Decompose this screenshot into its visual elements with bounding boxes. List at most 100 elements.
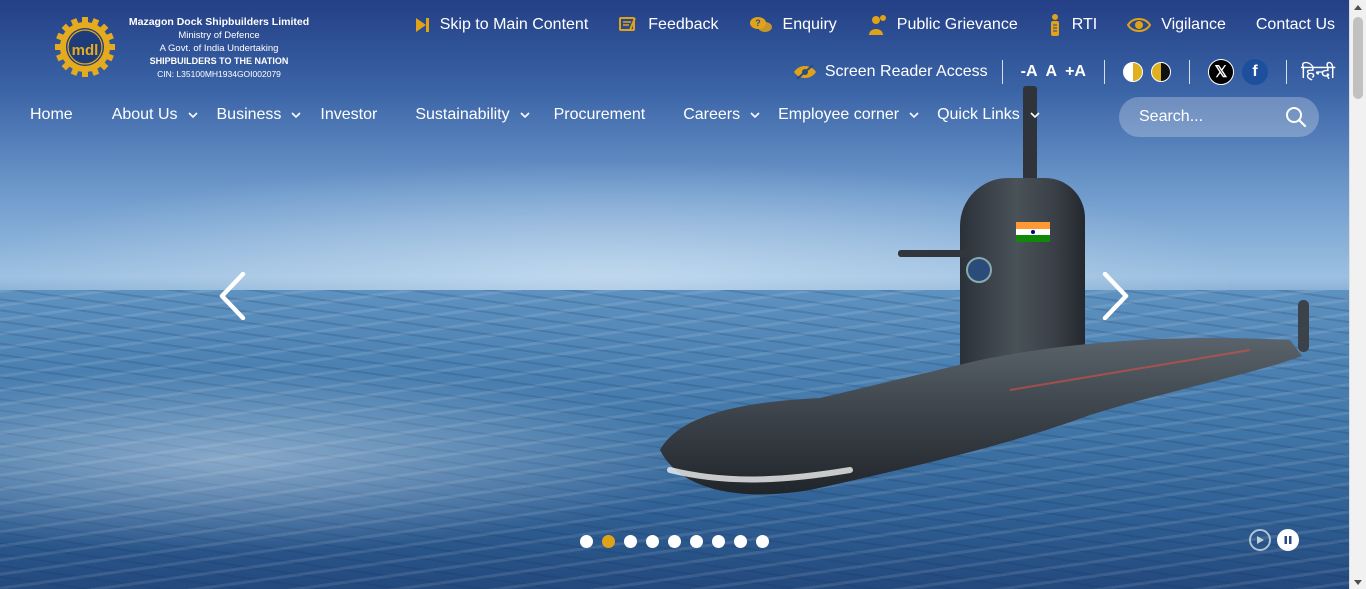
undertaking-text: A Govt. of India Undertaking bbox=[159, 43, 279, 54]
chevron-down-icon bbox=[1030, 112, 1040, 119]
enquiry-icon: ? bbox=[749, 17, 772, 32]
nav-item-quick-links[interactable]: Quick Links bbox=[937, 106, 1040, 124]
skip-to-main-link[interactable]: Skip to Main Content bbox=[414, 16, 589, 34]
hero-banner bbox=[0, 0, 1349, 589]
submarine-mast bbox=[1023, 86, 1037, 186]
nav-employee-corner-label: Employee corner bbox=[778, 106, 900, 123]
grievance-icon bbox=[868, 15, 886, 35]
screen-reader-label: Screen Reader Access bbox=[824, 63, 988, 80]
carousel-next-arrow-icon[interactable] bbox=[1100, 272, 1130, 320]
normal-contrast-button[interactable] bbox=[1122, 62, 1143, 82]
carousel-dot[interactable] bbox=[734, 535, 747, 548]
tagline-text: SHIPBUILDERS TO THE NATION bbox=[149, 56, 289, 66]
font-decrease-button[interactable]: -A bbox=[1021, 63, 1038, 81]
chevron-down-icon bbox=[909, 112, 919, 119]
divider bbox=[1188, 60, 1190, 84]
nav-item-careers[interactable]: Careers bbox=[683, 106, 760, 124]
carousel-play-controls bbox=[1249, 529, 1305, 551]
nav-about-us-label: About Us bbox=[111, 106, 178, 123]
skip-icon bbox=[415, 18, 429, 32]
submarine-crest-icon bbox=[966, 257, 992, 283]
language-hindi-link[interactable]: हिन्दी bbox=[1301, 60, 1335, 84]
feedback-icon bbox=[619, 17, 637, 31]
contact-us-link[interactable]: Contact Us bbox=[1256, 16, 1335, 34]
nav-sustainability-label: Sustainability bbox=[415, 106, 510, 123]
accessibility-toolbar: Screen Reader Access -A A +A 𝕏 f हिन्दी bbox=[793, 58, 1335, 86]
skip-to-main-label: Skip to Main Content bbox=[439, 16, 589, 33]
page-scrollbar[interactable] bbox=[1349, 0, 1366, 589]
rti-link[interactable]: RTI bbox=[1048, 13, 1097, 37]
nav-item-investor[interactable]: Investor bbox=[320, 106, 377, 124]
screen-reader-access-link[interactable]: Screen Reader Access bbox=[793, 63, 988, 81]
nav-home-label: Home bbox=[30, 106, 73, 123]
play-icon bbox=[1257, 536, 1264, 544]
enquiry-label: Enquiry bbox=[782, 16, 837, 33]
cin-text: CIN: L35100MH1934GOI002079 bbox=[157, 69, 281, 79]
top-utility-links: Skip to Main Content Feedback ? Enquiry … bbox=[384, 12, 1335, 38]
pause-button[interactable] bbox=[1277, 529, 1299, 551]
scrollbar-thumb[interactable] bbox=[1353, 17, 1363, 99]
feedback-label: Feedback bbox=[648, 16, 719, 33]
carousel-dot[interactable] bbox=[646, 535, 659, 548]
nav-item-sustainability[interactable]: Sustainability bbox=[415, 106, 530, 124]
divider bbox=[1103, 60, 1105, 84]
main-navigation: Home About Us Business Investor Sustaina… bbox=[30, 103, 1040, 127]
company-name: Mazagon Dock Shipbuilders Limited bbox=[128, 16, 310, 28]
nav-item-home[interactable]: Home bbox=[30, 106, 73, 124]
nav-item-about-us[interactable]: About Us bbox=[112, 106, 198, 124]
chevron-down-icon bbox=[750, 112, 760, 119]
site-logo[interactable]: mdl Mazagon Dock Shipbuilders Limited Mi… bbox=[54, 16, 309, 79]
facebook-label: f bbox=[1252, 63, 1258, 80]
public-grievance-link[interactable]: Public Grievance bbox=[867, 14, 1018, 36]
rti-label: RTI bbox=[1071, 16, 1098, 33]
nav-item-employee-corner[interactable]: Employee corner bbox=[778, 106, 919, 124]
ministry-text: Ministry of Defence bbox=[178, 30, 260, 41]
carousel-dot[interactable] bbox=[624, 535, 637, 548]
brand-text: Mazagon Dock Shipbuilders Limited Minist… bbox=[126, 16, 312, 81]
eye-icon bbox=[1127, 18, 1152, 32]
contact-us-label: Contact Us bbox=[1255, 16, 1335, 33]
carousel-dot[interactable] bbox=[712, 535, 725, 548]
enquiry-link[interactable]: ? Enquiry bbox=[749, 16, 837, 34]
nav-item-business[interactable]: Business bbox=[217, 106, 302, 124]
facebook-icon[interactable]: f bbox=[1241, 59, 1268, 85]
x-twitter-icon[interactable]: 𝕏 bbox=[1207, 59, 1234, 85]
scroll-down-arrow-icon[interactable] bbox=[1354, 580, 1362, 585]
feedback-link[interactable]: Feedback bbox=[618, 15, 719, 35]
nav-procurement-label: Procurement bbox=[553, 106, 646, 123]
font-normal-button[interactable]: A bbox=[1046, 63, 1058, 81]
play-button[interactable] bbox=[1249, 529, 1271, 551]
chevron-down-icon bbox=[291, 112, 301, 119]
pause-icon bbox=[1284, 536, 1292, 544]
sea-foam bbox=[0, 360, 760, 560]
public-grievance-label: Public Grievance bbox=[896, 16, 1018, 33]
high-contrast-button[interactable] bbox=[1150, 62, 1171, 82]
svg-text:?: ? bbox=[755, 18, 761, 28]
carousel-dot[interactable] bbox=[602, 535, 615, 548]
carousel-dot[interactable] bbox=[690, 535, 703, 548]
screen-reader-eye-icon bbox=[793, 64, 816, 80]
submarine-sail-plane bbox=[898, 250, 970, 257]
search-box bbox=[1119, 97, 1319, 137]
nav-careers-label: Careers bbox=[683, 106, 741, 123]
search-input[interactable] bbox=[1139, 108, 1279, 126]
submarine-hull bbox=[660, 338, 1302, 495]
submarine-rudder bbox=[1298, 300, 1309, 352]
indian-flag-icon bbox=[1016, 222, 1050, 242]
vigilance-link[interactable]: Vigilance bbox=[1127, 16, 1226, 34]
carousel-dot[interactable] bbox=[756, 535, 769, 548]
rti-icon bbox=[1050, 14, 1059, 36]
carousel-dot[interactable] bbox=[668, 535, 681, 548]
carousel-prev-arrow-icon[interactable] bbox=[218, 272, 248, 320]
mdl-gear-logo-icon: mdl bbox=[55, 17, 115, 77]
carousel-pagination bbox=[580, 535, 778, 548]
nav-item-procurement[interactable]: Procurement bbox=[554, 106, 646, 124]
carousel-dot[interactable] bbox=[580, 535, 593, 548]
search-icon[interactable] bbox=[1285, 106, 1307, 128]
vigilance-label: Vigilance bbox=[1161, 16, 1226, 33]
scroll-up-arrow-icon[interactable] bbox=[1354, 5, 1362, 10]
logo-letters: mdl bbox=[72, 42, 99, 59]
font-increase-button[interactable]: +A bbox=[1065, 63, 1086, 81]
nav-investor-label: Investor bbox=[320, 106, 378, 123]
chevron-down-icon bbox=[520, 112, 530, 119]
